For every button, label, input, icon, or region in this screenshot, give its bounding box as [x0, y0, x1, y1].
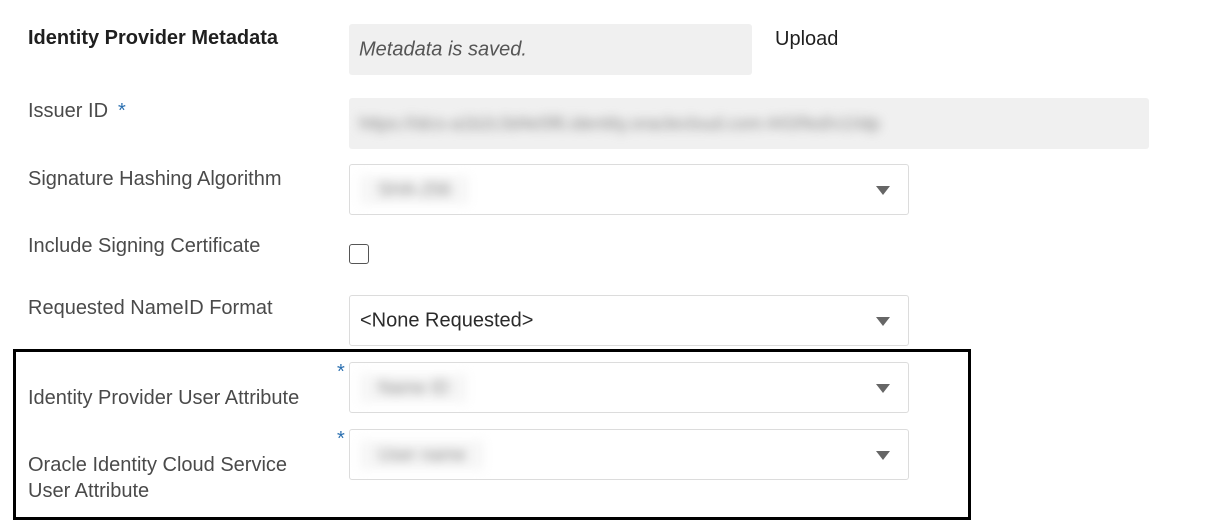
- idp-user-attribute-required-mark: *: [337, 361, 345, 383]
- include-signing-cert-checkbox[interactable]: [349, 244, 369, 264]
- idcs-user-attribute-required-mark: *: [337, 428, 345, 450]
- caret-down-icon: [876, 316, 890, 326]
- issuer-id-value: https://idcs-a1b2c3d4e5f6.identity.oracl…: [359, 113, 880, 133]
- idp-user-attribute-value: Name ID: [360, 373, 468, 402]
- issuer-id-label-text: Issuer ID: [28, 100, 109, 122]
- caret-down-icon: [876, 450, 890, 460]
- issuer-id-label: Issuer ID *: [28, 98, 126, 124]
- issuer-id-field[interactable]: https://idcs-a1b2c3d4e5f6.identity.oracl…: [349, 98, 1149, 149]
- upload-button[interactable]: Upload: [775, 28, 838, 51]
- caret-down-icon: [876, 383, 890, 393]
- idp-user-attribute-select[interactable]: Name ID: [349, 362, 909, 413]
- nameid-format-label: Requested NameID Format: [28, 297, 273, 319]
- idcs-user-attribute-select[interactable]: User name: [349, 429, 909, 480]
- signature-hashing-value: SHA-256: [360, 175, 470, 204]
- idcs-user-attribute-value: User name: [360, 440, 485, 469]
- include-signing-cert-label: Include Signing Certificate: [28, 235, 261, 257]
- metadata-value: Metadata is saved.: [359, 38, 527, 60]
- signature-hashing-select[interactable]: SHA-256: [349, 164, 909, 215]
- nameid-format-select[interactable]: <None Requested>: [349, 295, 909, 346]
- metadata-field: Metadata is saved.: [349, 24, 752, 75]
- idcs-user-attribute-label-line2: User Attribute: [28, 480, 150, 502]
- metadata-label: Identity Provider Metadata: [28, 27, 279, 49]
- caret-down-icon: [876, 185, 890, 195]
- idcs-user-attribute-label-line1: Oracle Identity Cloud Service: [28, 454, 288, 476]
- nameid-format-value: <None Requested>: [360, 309, 534, 331]
- idp-user-attribute-label: Identity Provider User Attribute: [28, 387, 300, 409]
- signature-hashing-label: Signature Hashing Algorithm: [28, 168, 282, 190]
- issuer-id-required-mark: *: [118, 100, 126, 122]
